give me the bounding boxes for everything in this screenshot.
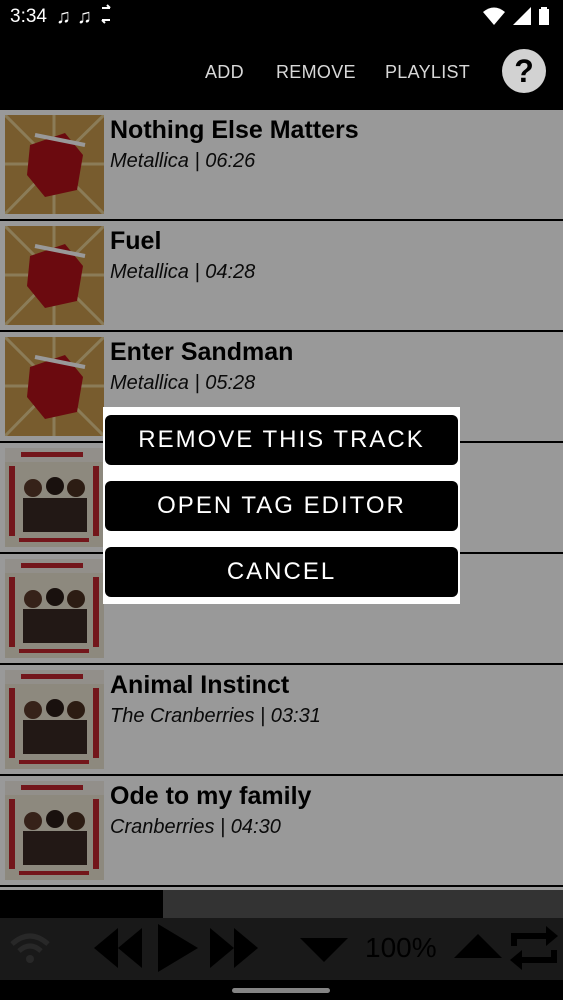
system-icons <box>483 7 549 25</box>
wifi-icon <box>483 7 505 25</box>
status-time: 3:34 <box>10 6 47 27</box>
help-button[interactable]: ? <box>502 49 546 93</box>
cancel-button[interactable]: CANCEL <box>105 547 458 597</box>
music-note-icon: ♫ <box>56 6 71 28</box>
remove-button[interactable]: REMOVE <box>276 62 356 83</box>
track-options-dialog: REMOVE THIS TRACK OPEN TAG EDITOR CANCEL <box>103 407 460 604</box>
open-tag-editor-button[interactable]: OPEN TAG EDITOR <box>105 481 458 531</box>
status-bar: 3:34 ♫ ♫ <box>0 0 563 34</box>
signal-icon <box>513 7 531 25</box>
playlist-button[interactable]: PLAYLIST <box>385 62 470 83</box>
top-toolbar: ADD REMOVE PLAYLIST <box>0 34 563 110</box>
battery-icon <box>539 7 549 25</box>
notification-icons: ♫ ♫ <box>56 4 114 30</box>
music-note-icon: ♫ <box>77 6 92 28</box>
sync-icon <box>98 4 114 30</box>
remove-track-button[interactable]: REMOVE THIS TRACK <box>105 415 458 465</box>
add-button[interactable]: ADD <box>205 62 244 83</box>
